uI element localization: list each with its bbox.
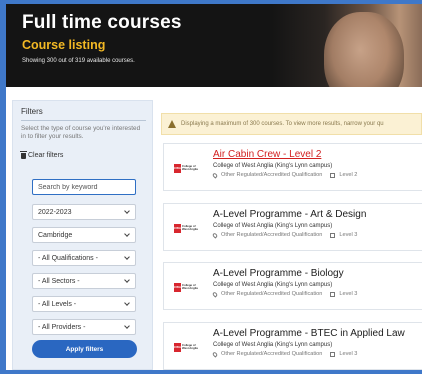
college-logo: CWA College of West Anglia <box>174 223 198 233</box>
course-college: College of West Anglia (King's Lynn camp… <box>213 342 333 348</box>
course-qualification: Other Regulated/Accredited Qualification <box>221 351 323 357</box>
provider-select[interactable]: - All Providers - <box>32 319 136 335</box>
course-level: Level 3 <box>339 291 358 297</box>
college-logo: CWA College of West Anglia <box>174 163 198 173</box>
location-pin-icon <box>211 290 219 298</box>
notice-text: Displaying a maximum of 300 courses. To … <box>181 121 384 127</box>
chevron-down-icon <box>124 231 130 237</box>
course-meta: Other Regulated/Accredited Qualification… <box>211 290 358 298</box>
location-pin-icon <box>211 350 219 358</box>
course-card[interactable]: CWA College of West Anglia A-Level Progra… <box>163 262 422 310</box>
sector-select-value: - All Sectors - <box>38 277 80 285</box>
course-title-link[interactable]: A-Level Programme - BTEC in Applied Law <box>213 328 405 339</box>
course-level: Level 3 <box>339 232 358 238</box>
course-qualification: Other Regulated/Accredited Qualification <box>221 172 323 178</box>
course-card[interactable]: CWA College of West Anglia A-Level Progra… <box>163 322 422 370</box>
calendar-icon <box>330 172 336 178</box>
location-pin-icon <box>211 231 219 239</box>
hero-photo <box>272 4 422 87</box>
calendar-icon <box>330 232 336 238</box>
chevron-down-icon <box>124 323 130 329</box>
location-select[interactable]: Cambridge <box>32 227 136 243</box>
course-college: College of West Anglia (King's Lynn camp… <box>213 223 333 229</box>
qualification-select[interactable]: - All Qualifications - <box>32 250 136 266</box>
trash-icon <box>20 150 27 159</box>
year-select[interactable]: 2022-2023 <box>32 204 136 220</box>
course-college: College of West Anglia (King's Lynn camp… <box>213 163 333 169</box>
max-results-notice: Displaying a maximum of 300 courses. To … <box>161 113 422 135</box>
chevron-down-icon <box>124 208 130 214</box>
qualification-select-value: - All Qualifications - <box>38 254 98 262</box>
hero-banner: Full time courses Course listing Showing… <box>6 4 422 87</box>
page: Full time courses Course listing Showing… <box>6 4 422 370</box>
location-pin-icon <box>211 171 219 179</box>
course-title-link[interactable]: A-Level Programme - Art & Design <box>213 209 366 220</box>
course-level: Level 2 <box>339 172 358 178</box>
location-select-value: Cambridge <box>38 231 73 239</box>
course-title-link[interactable]: Air Cabin Crew - Level 2 <box>213 149 321 160</box>
course-qualification: Other Regulated/Accredited Qualification <box>221 232 323 238</box>
search-input[interactable] <box>38 183 135 191</box>
calendar-icon <box>330 351 336 357</box>
chevron-down-icon <box>124 300 130 306</box>
filters-help: Select the type of course you're interes… <box>21 125 141 140</box>
course-meta: Other Regulated/Accredited Qualification… <box>211 171 358 179</box>
course-card[interactable]: CWA College of West Anglia Air Cabin Crew… <box>163 143 422 191</box>
clear-filters-label: Clear filters <box>28 152 64 159</box>
course-qualification: Other Regulated/Accredited Qualification <box>221 291 323 297</box>
filters-title: Filters <box>21 107 43 116</box>
page-subtitle: Course listing <box>22 38 106 52</box>
warning-icon <box>168 120 176 128</box>
results-count: Showing 300 out of 319 available courses… <box>22 58 135 64</box>
chevron-down-icon <box>124 254 130 260</box>
clear-filters-link[interactable]: Clear filters <box>20 150 64 159</box>
course-card[interactable]: CWA College of West Anglia A-Level Progra… <box>163 203 422 251</box>
college-logo: CWA College of West Anglia <box>174 282 198 292</box>
page-title: Full time courses <box>22 12 182 33</box>
course-meta: Other Regulated/Accredited Qualification… <box>211 350 358 358</box>
calendar-icon <box>330 291 336 297</box>
level-select-value: - All Levels - <box>38 300 77 308</box>
college-logo: CWA College of West Anglia <box>174 342 198 352</box>
search-input-box[interactable] <box>32 179 136 195</box>
apply-filters-button[interactable]: Apply filters <box>32 340 137 358</box>
level-select[interactable]: - All Levels - <box>32 296 136 312</box>
chevron-down-icon <box>124 277 130 283</box>
course-title-link[interactable]: A-Level Programme - Biology <box>213 268 344 279</box>
provider-select-value: - All Providers - <box>38 323 86 331</box>
course-meta: Other Regulated/Accredited Qualification… <box>211 231 358 239</box>
sector-select[interactable]: - All Sectors - <box>32 273 136 289</box>
course-level: Level 3 <box>339 351 358 357</box>
filters-divider <box>21 120 146 121</box>
course-college: College of West Anglia (King's Lynn camp… <box>213 282 333 288</box>
year-select-value: 2022-2023 <box>38 208 72 216</box>
